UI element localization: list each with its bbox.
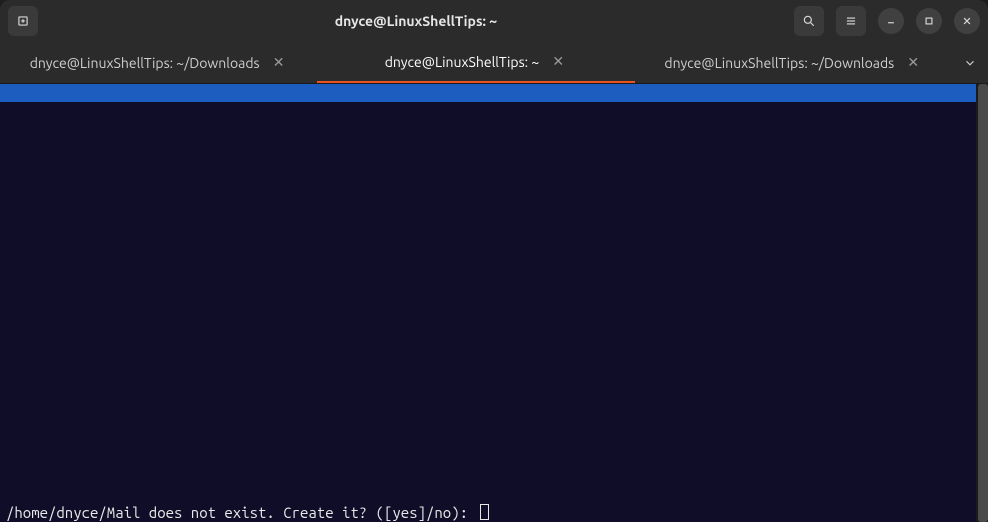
tab-close-button[interactable]: ✕	[904, 54, 922, 72]
scrollbar[interactable]	[976, 84, 988, 522]
hamburger-icon	[844, 14, 858, 28]
maximize-button[interactable]	[916, 8, 942, 34]
tab-dropdown-button[interactable]	[952, 42, 988, 83]
titlebar: dnyce@LinuxShellTips: ~	[0, 0, 988, 42]
minimize-icon	[884, 14, 898, 28]
tab-close-button[interactable]: ✕	[270, 54, 288, 72]
maximize-icon	[922, 14, 936, 28]
tab-2[interactable]: dnyce@LinuxShellTips: ~/Downloads ✕	[635, 42, 952, 83]
tab-0[interactable]: dnyce@LinuxShellTips: ~/Downloads ✕	[0, 42, 317, 83]
close-button[interactable]	[954, 8, 980, 34]
tab-label: dnyce@LinuxShellTips: ~/Downloads	[30, 55, 260, 71]
minimize-button[interactable]	[878, 8, 904, 34]
new-tab-icon	[16, 14, 30, 28]
prompt-text: /home/dnyce/Mail does not exist. Create …	[6, 504, 476, 521]
tab-close-button[interactable]: ✕	[549, 53, 567, 71]
prompt-line: /home/dnyce/Mail does not exist. Create …	[6, 502, 970, 522]
status-bar	[0, 84, 976, 102]
tab-1[interactable]: dnyce@LinuxShellTips: ~ ✕	[317, 42, 634, 83]
tabbar: dnyce@LinuxShellTips: ~/Downloads ✕ dnyc…	[0, 42, 988, 84]
new-tab-button[interactable]	[8, 6, 38, 36]
search-icon	[802, 14, 816, 28]
search-button[interactable]	[794, 6, 824, 36]
close-icon	[960, 14, 974, 28]
chevron-down-icon	[963, 56, 977, 70]
titlebar-left	[8, 6, 38, 36]
menu-button[interactable]	[836, 6, 866, 36]
terminal-area: /home/dnyce/Mail does not exist. Create …	[0, 84, 988, 522]
titlebar-right	[794, 6, 980, 36]
scrollbar-thumb[interactable]	[978, 84, 988, 522]
terminal[interactable]: /home/dnyce/Mail does not exist. Create …	[0, 84, 976, 522]
window-title: dnyce@LinuxShellTips: ~	[38, 13, 794, 29]
tab-label: dnyce@LinuxShellTips: ~/Downloads	[664, 55, 894, 71]
cursor	[480, 504, 489, 520]
tab-label: dnyce@LinuxShellTips: ~	[385, 54, 540, 70]
